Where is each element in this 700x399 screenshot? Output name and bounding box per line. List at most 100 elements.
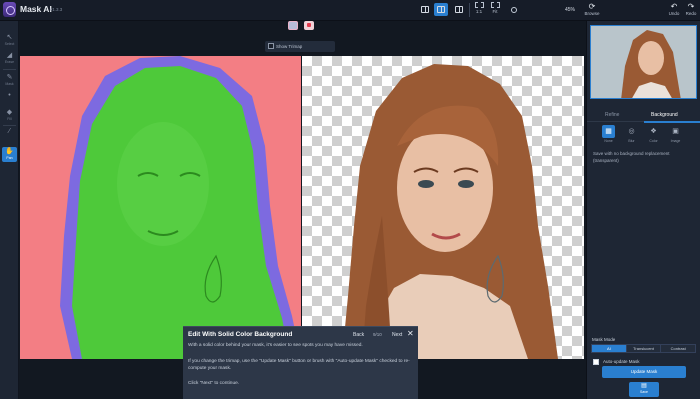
save-icon: ▤ [641,383,647,389]
fill-tool-label: Fill [7,117,12,121]
mask-mode-ai[interactable]: AI [592,345,627,352]
left-toolbar: ↖ Select ◢ Erase ✎ Mask • ◆ Fill ⁄ ✋ Pan [0,21,19,399]
fill-icon: ◆ [6,109,13,116]
color-picker-tool[interactable]: ⁄ [2,127,17,142]
zoom-1to1-button[interactable]: 1:1 [472,2,486,14]
checkerboard-icon: ▦ [602,125,615,138]
trimap-color-swatch[interactable] [288,21,298,30]
app-title: Mask AI [20,4,52,14]
actual-size-icon [474,2,484,8]
erase-tool[interactable]: ◢ Erase [2,51,17,66]
app-logo-icon [3,2,16,17]
update-mask-button[interactable]: Update Mask [602,366,686,378]
popup-back-button[interactable]: Back [353,332,364,338]
popup-title: Edit With Solid Color Background [188,331,293,338]
popup-paragraph-3: Click "Next" to continue. [188,381,240,386]
undo-label: Undo [668,11,680,16]
background-description: Save with no background replacement (tra… [593,151,670,163]
popup-paragraph-1: With a solid color behind your mask, it'… [188,343,363,348]
pan-icon: ✋ [5,148,14,155]
browse-label: Browse [584,11,600,16]
blur-icon: ◎ [628,128,635,135]
refresh-icon: ⟳ [588,2,596,11]
brush-icon: ✎ [6,74,13,81]
close-icon[interactable]: ✕ [407,329,414,338]
undo-button[interactable]: ↶ Undo [665,2,683,16]
color-drop-icon: ❖ [650,128,657,135]
bg-option-blur[interactable]: ◎ Blur [624,125,639,143]
single-view-icon [421,6,429,13]
popup-paragraph-2: If you change the trimap, use the "Updat… [188,359,410,371]
zoom-fit-label: Fit [492,9,498,14]
cutout-portrait-image [342,64,558,359]
tab-background[interactable]: Background [651,112,678,118]
side-by-side-view-button[interactable] [452,3,466,16]
bg-option-none-label: None [604,139,613,143]
mask-mode-selector: AI Translucent Contrast [591,344,696,353]
fit-icon [490,2,500,8]
save-label: Save [640,390,648,394]
picker-icon: ⁄ [8,128,11,135]
side-by-side-icon [455,6,463,13]
pan-tool-label: Pan [6,156,13,160]
tool-divider [3,125,16,126]
mask-mode-label: Mask Mode [592,337,616,342]
mask-mode-translucent[interactable]: Translucent [626,345,662,352]
browse-button[interactable]: ⟳ Browse [583,2,601,16]
select-tool[interactable]: ↖ Select [2,33,17,48]
thumbnail-image [591,26,696,98]
zoom-1to1-label: 1:1 [475,9,483,14]
show-trimap-toggle[interactable]: Show Trimap [265,41,335,52]
bg-option-image[interactable]: ▣ Image [668,125,683,143]
top-toolbar: Mask AI v1.3.3 1:1 Fit 45% ⟳ Browse ↶ Undo… [0,0,700,21]
mask-mode-contrast[interactable]: Contrast [661,345,696,352]
tool-divider [3,69,16,70]
redo-button[interactable]: ↷ Redo [682,2,700,16]
background-color-swatch[interactable] [304,21,314,30]
mask-overlay-image [60,56,301,359]
navigator-thumbnail[interactable] [590,25,697,99]
bg-option-color-label: Color [649,139,658,143]
tutorial-popup: Edit With Solid Color Background Back 9/… [183,326,418,399]
split-view-button[interactable] [434,3,448,16]
pan-tool[interactable]: ✋ Pan [2,147,17,162]
panel-tabs: Refine Background [587,109,700,123]
dot-icon: • [8,92,11,99]
result-preview-canvas[interactable] [302,56,584,359]
redo-icon: ↷ [687,2,695,11]
single-view-button[interactable] [418,3,432,16]
auto-update-label: Auto-update Mask [603,359,640,364]
zoom-slider-handle[interactable] [511,7,517,13]
brush-size-tool[interactable]: • [2,91,17,106]
toolbar-divider [469,3,470,17]
image-icon: ▣ [672,128,679,135]
popup-step-counter: 9/10 [373,332,382,337]
eraser-icon: ◢ [6,52,13,59]
zoom-level: 45% [565,7,576,13]
bg-option-color[interactable]: ❖ Color [646,125,661,143]
save-button[interactable]: ▤ Save [629,382,659,397]
fill-tool[interactable]: ◆ Fill [2,108,17,123]
select-icon: ↖ [6,34,13,41]
mask-brush-tool[interactable]: ✎ Mask [2,73,17,88]
tab-refine[interactable]: Refine [605,112,619,118]
app-version: v1.3.3 [50,7,63,12]
mask-ai-window: Mask AI v1.3.3 1:1 Fit 45% ⟳ Browse ↶ Undo… [0,0,700,399]
auto-update-checkbox[interactable] [593,359,599,365]
active-tab-indicator [644,121,700,123]
show-trimap-checkbox[interactable] [268,43,274,49]
undo-icon: ↶ [670,2,678,11]
select-tool-label: Select [4,42,15,46]
bg-option-none[interactable]: ▦ None [601,125,616,143]
right-panel: Refine Background ▦ None ◎ Blur ❖ Color ▣ Im… [586,21,700,399]
zoom-fit-button[interactable]: Fit [488,2,502,14]
mask-brush-label: Mask [5,82,14,86]
bg-option-image-label: Image [670,139,681,143]
popup-next-button[interactable]: Next [392,332,402,338]
redo-label: Redo [685,11,697,16]
bg-option-blur-label: Blur [628,139,635,143]
split-view-icon [437,6,445,13]
mask-preview-canvas[interactable] [20,56,301,359]
erase-tool-label: Erase [4,60,15,64]
show-trimap-label: Show Trimap [276,44,303,49]
